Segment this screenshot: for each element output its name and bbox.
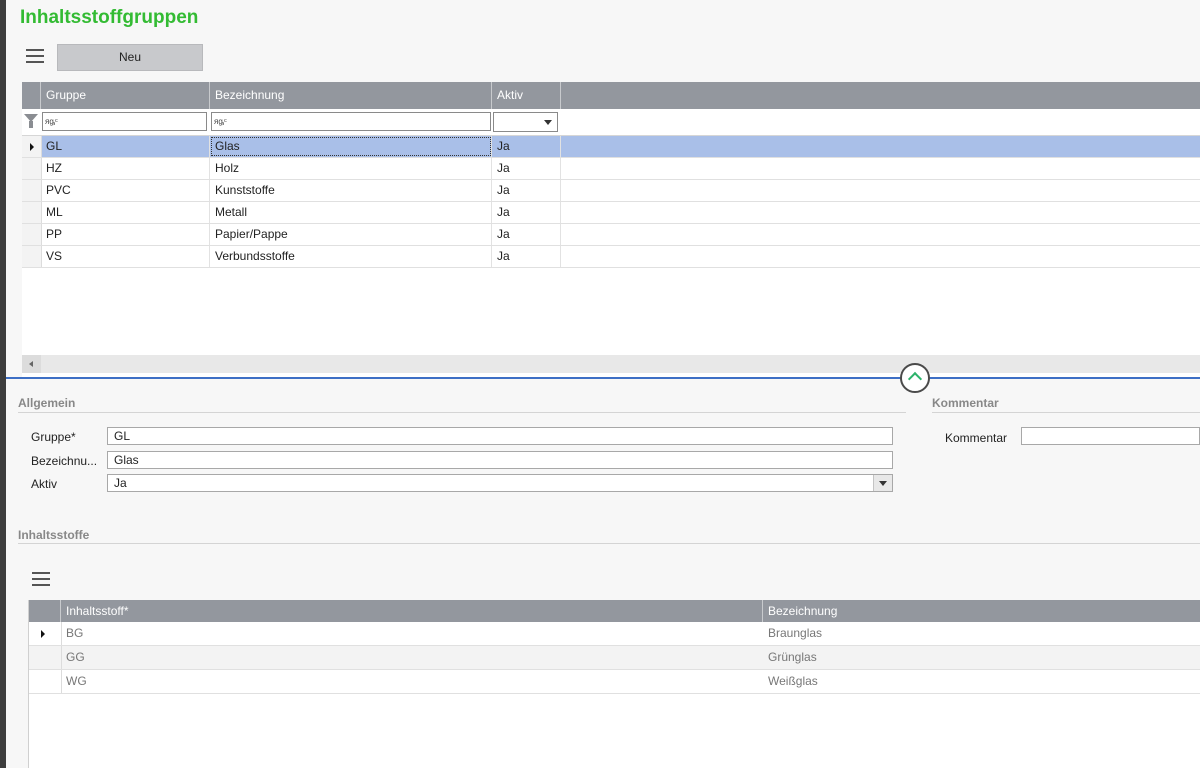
section-divider [932, 412, 1200, 413]
cell-gruppe[interactable]: PVC [41, 180, 210, 201]
header-corner [29, 600, 61, 622]
cell-gruppe[interactable]: HZ [41, 158, 210, 179]
chevron-up-icon [907, 371, 923, 387]
cell-bezeichnung[interactable]: Holz [210, 158, 492, 179]
row-selector[interactable] [22, 136, 42, 157]
column-header-bezeichnung[interactable]: Bezeichnung [763, 600, 1200, 622]
section-title-allgemein: Allgemein [18, 396, 76, 410]
section-divider [18, 412, 906, 413]
cell-inhaltsstoff[interactable]: GG [61, 646, 763, 669]
new-button[interactable]: Neu [57, 44, 203, 71]
filter-row: ᴙᶃᶜ ᴙᶃᶜ [22, 109, 1200, 136]
cell-aktiv[interactable]: Ja [492, 202, 561, 223]
gruppe-field[interactable]: GL [107, 427, 893, 445]
horizontal-scrollbar[interactable] [22, 355, 1200, 373]
collapse-button[interactable] [900, 363, 930, 393]
page-title: Inhaltsstoffgruppen [20, 7, 199, 28]
cell-aktiv[interactable]: Ja [492, 246, 561, 267]
table-row[interactable]: GG Grünglas [29, 646, 1200, 670]
cell-aktiv[interactable]: Ja [492, 158, 561, 179]
row-selector[interactable] [22, 180, 42, 201]
chevron-down-icon [544, 120, 552, 125]
current-row-icon [30, 143, 34, 151]
column-header-gruppe[interactable]: Gruppe [41, 82, 210, 109]
aktiv-select[interactable]: Ja [107, 474, 893, 492]
cell-bezeichnung[interactable]: Verbundsstoffe [210, 246, 492, 267]
table-row[interactable]: VS Verbundsstoffe Ja [22, 246, 1200, 268]
bezeichnung-field[interactable]: Glas [107, 451, 893, 469]
table-row[interactable]: WG Weißglas [29, 670, 1200, 694]
table-row[interactable]: PP Papier/Pappe Ja [22, 224, 1200, 246]
aktiv-label: Aktiv [31, 477, 58, 491]
section-title-kommentar: Kommentar [932, 396, 999, 410]
current-row-icon [41, 630, 45, 638]
section-title-inhaltsstoffe: Inhaltsstoffe [18, 528, 90, 542]
cell-gruppe[interactable]: PP [41, 224, 210, 245]
table-row[interactable]: ML Metall Ja [22, 202, 1200, 224]
dropdown-button[interactable] [873, 475, 892, 491]
menu-icon[interactable] [32, 572, 50, 586]
bezeichnung-label: Bezeichnu... [31, 454, 98, 468]
row-selector[interactable] [29, 622, 62, 645]
row-selector[interactable] [29, 670, 62, 693]
scroll-left-button[interactable] [22, 355, 41, 373]
splitter[interactable] [6, 377, 1200, 379]
cell-bezeichnung[interactable]: Braunglas [763, 622, 1200, 645]
row-selector[interactable] [22, 202, 42, 223]
grid-header: Gruppe Bezeichnung Aktiv [22, 82, 1200, 109]
table-row[interactable]: HZ Holz Ja [22, 158, 1200, 180]
table-row[interactable]: BG Braunglas [29, 622, 1200, 646]
kommentar-field[interactable] [1021, 427, 1200, 445]
menu-icon[interactable] [26, 49, 44, 63]
cell-bezeichnung[interactable]: Glas [210, 136, 492, 157]
row-selector[interactable] [29, 646, 62, 669]
cell-inhaltsstoff[interactable]: WG [61, 670, 763, 693]
chevron-down-icon [879, 481, 887, 486]
window-left-border [0, 0, 6, 768]
cell-aktiv[interactable]: Ja [492, 136, 561, 157]
kommentar-label: Kommentar [945, 431, 1008, 445]
column-header-bezeichnung[interactable]: Bezeichnung [210, 82, 492, 109]
aktiv-select-value: Ja [114, 476, 127, 490]
groups-grid: Gruppe Bezeichnung Aktiv ᴙᶃᶜ ᴙᶃᶜ GL Glas… [22, 82, 1200, 377]
chevron-left-icon [29, 361, 33, 367]
cell-bezeichnung[interactable]: Weißglas [763, 670, 1200, 693]
cell-bezeichnung[interactable]: Metall [210, 202, 492, 223]
column-header-inhaltsstoff[interactable]: Inhaltsstoff* [61, 600, 763, 622]
inhaltsstoffe-grid: Inhaltsstoff* Bezeichnung BG Braunglas G… [28, 600, 1200, 768]
filter-bezeichnung-input[interactable]: ᴙᶃᶜ [211, 112, 491, 131]
cell-bezeichnung[interactable]: Papier/Pappe [210, 224, 492, 245]
column-header-aktiv[interactable]: Aktiv [492, 82, 561, 109]
gruppe-label: Gruppe* [31, 430, 76, 444]
cell-gruppe[interactable]: GL [41, 136, 210, 157]
grid-header: Inhaltsstoff* Bezeichnung [29, 600, 1200, 622]
cell-bezeichnung[interactable]: Kunststoffe [210, 180, 492, 201]
section-divider [18, 543, 1200, 544]
cell-bezeichnung[interactable]: Grünglas [763, 646, 1200, 669]
table-row[interactable]: PVC Kunststoffe Ja [22, 180, 1200, 202]
row-selector[interactable] [22, 158, 42, 179]
cell-aktiv[interactable]: Ja [492, 224, 561, 245]
row-selector[interactable] [22, 246, 42, 267]
cell-inhaltsstoff[interactable]: BG [61, 622, 763, 645]
cell-gruppe[interactable]: ML [41, 202, 210, 223]
filter-aktiv-select[interactable] [493, 112, 558, 132]
header-corner [22, 82, 41, 109]
filter-gruppe-input[interactable]: ᴙᶃᶜ [42, 112, 207, 131]
cell-gruppe[interactable]: VS [41, 246, 210, 267]
row-selector[interactable] [22, 224, 42, 245]
cell-aktiv[interactable]: Ja [492, 180, 561, 201]
table-row[interactable]: GL Glas Ja [22, 136, 1200, 158]
